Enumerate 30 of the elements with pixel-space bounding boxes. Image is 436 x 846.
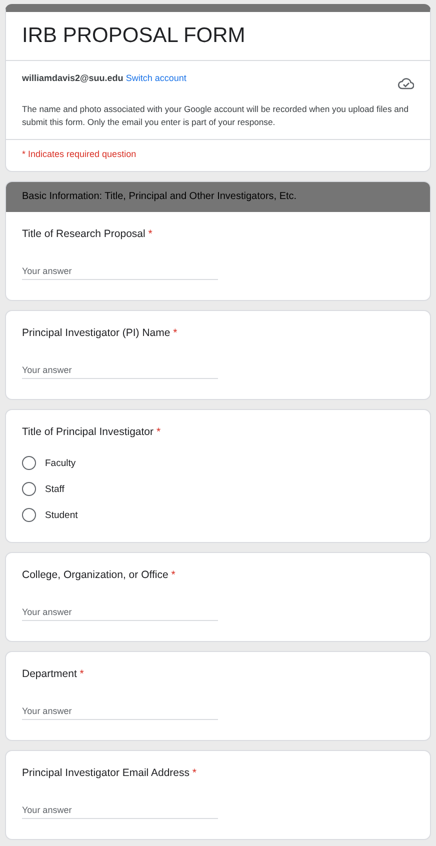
required-mark: * (171, 569, 176, 581)
account-email: williamdavis2@suu.edu (22, 73, 124, 83)
option-label: Staff (45, 484, 64, 494)
question-label: Principal Investigator (PI) Name (22, 327, 170, 339)
answer-field[interactable]: Your answer (22, 805, 218, 819)
option-label: Student (45, 510, 78, 520)
required-mark: * (173, 327, 178, 339)
cloud-check-icon (398, 77, 414, 90)
required-mark: * (192, 767, 197, 779)
answer-field[interactable]: Your answer (22, 266, 218, 280)
section-header: Basic Information: Title, Principal and Other Investigators, Etc. (6, 182, 430, 212)
question-label: College, Organization, or Office (22, 569, 168, 581)
option-label: Faculty (45, 458, 76, 468)
required-mark: * (148, 228, 152, 240)
answer-field[interactable]: Your answer (22, 607, 218, 621)
question-label: Title of Research Proposal (22, 228, 146, 240)
answer-field[interactable]: Your answer (22, 365, 218, 379)
question-label: Principal Investigator Email Address (22, 767, 190, 779)
required-note: * Indicates required question (21, 148, 138, 161)
question-label: Title of Principal Investigator (22, 426, 154, 438)
required-mark: * (80, 668, 84, 680)
question-label: Department (22, 668, 77, 680)
radio-button[interactable] (22, 482, 36, 496)
form-title: IRB PROPOSAL FORM (6, 12, 430, 61)
radio-button[interactable] (22, 456, 36, 470)
answer-field[interactable]: Your answer (22, 706, 218, 720)
required-mark: * (156, 426, 161, 438)
radio-button[interactable] (22, 508, 36, 522)
notice-text: The name and photo associated with your Google account will be recorded when you upload files and submit this form. Only the email you enter is part of your response. (6, 90, 430, 140)
switch-account-link[interactable]: Switch account (126, 73, 186, 83)
